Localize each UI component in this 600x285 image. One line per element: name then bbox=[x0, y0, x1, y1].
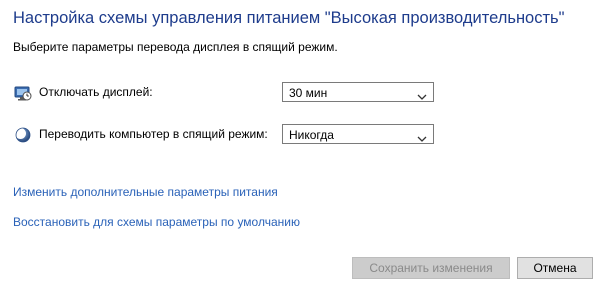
sleep-label: Переводить компьютер в спящий режим: bbox=[39, 127, 268, 141]
page-subtitle: Выберите параметры перевода дисплея в сп… bbox=[13, 40, 338, 54]
moon-sleep-icon bbox=[14, 126, 32, 144]
display-off-selected-value: 30 мин bbox=[289, 86, 328, 100]
display-off-setting-row: Отключать дисплей: 30 мин bbox=[12, 82, 442, 104]
chevron-down-icon bbox=[417, 130, 427, 142]
sleep-selected-value: Никогда bbox=[289, 128, 334, 142]
restore-defaults-link[interactable]: Восстановить для схемы параметры по умол… bbox=[13, 215, 300, 229]
sleep-select[interactable]: Никогда bbox=[282, 124, 434, 144]
footer-button-bar: Сохранить изменения Отмена bbox=[0, 250, 600, 285]
advanced-power-settings-link[interactable]: Изменить дополнительные параметры питани… bbox=[13, 185, 278, 199]
chevron-down-icon bbox=[417, 88, 427, 100]
cancel-button[interactable]: Отмена bbox=[517, 257, 593, 279]
page-title: Настройка схемы управления питанием "Выс… bbox=[13, 9, 565, 27]
display-off-label: Отключать дисплей: bbox=[39, 85, 153, 99]
save-changes-button[interactable]: Сохранить изменения bbox=[352, 257, 510, 279]
sleep-setting-row: Переводить компьютер в спящий режим: Ник… bbox=[12, 124, 442, 146]
display-off-select[interactable]: 30 мин bbox=[282, 82, 434, 102]
power-plan-settings-page: Настройка схемы управления питанием "Выс… bbox=[0, 0, 600, 285]
monitor-clock-icon bbox=[14, 84, 32, 102]
